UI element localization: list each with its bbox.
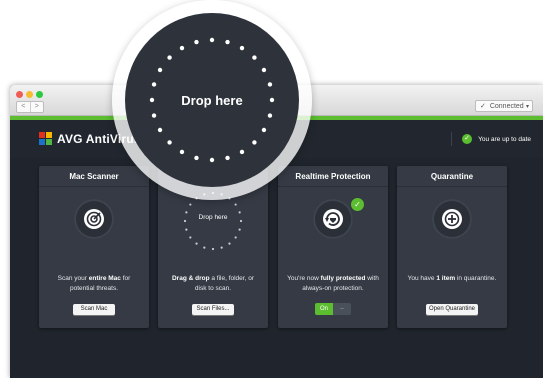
ring-dot xyxy=(195,242,198,245)
ring-dot xyxy=(189,236,192,239)
ring-dot xyxy=(211,247,215,251)
card-divider xyxy=(397,186,507,187)
ring-dot xyxy=(220,246,223,249)
scan-mac-button[interactable]: Scan Mac xyxy=(73,304,115,315)
drop-here-label: Drop here xyxy=(181,93,243,108)
ring-dot xyxy=(225,39,230,45)
back-button[interactable]: < xyxy=(17,102,31,112)
ring-dot xyxy=(185,228,188,231)
chevron-down-icon: ▾ xyxy=(525,104,529,110)
ring-dot xyxy=(157,127,163,133)
ring-dot xyxy=(267,82,273,87)
toggle-on[interactable]: On xyxy=(315,303,333,315)
ring-dot xyxy=(261,67,267,73)
quarantine-card: Quarantine You have 1 item in quarantine… xyxy=(397,166,507,328)
connection-dropdown[interactable]: ✓ Connected ▾ xyxy=(475,100,533,112)
forward-button[interactable]: > xyxy=(31,102,44,112)
card-title: Quarantine xyxy=(430,172,474,181)
realtime-protection-toggle[interactable]: On – xyxy=(315,303,351,315)
ring-dot xyxy=(194,155,199,161)
card-description: Drag & drop a file, folder, or disk to s… xyxy=(171,275,254,292)
checkmark-icon: ✓ xyxy=(462,134,473,144)
scanner-icon xyxy=(74,199,114,239)
ring-dot xyxy=(203,246,206,249)
ring-dot xyxy=(167,140,172,145)
card-description: You're now fully protected with always-o… xyxy=(287,275,379,292)
ring-dot xyxy=(234,236,237,239)
quarantine-icon xyxy=(432,199,472,239)
ring-dot xyxy=(238,228,241,231)
ring-dot xyxy=(157,67,163,73)
minimize-window-button[interactable] xyxy=(26,91,33,98)
ring-dot xyxy=(167,55,172,60)
ring-dot xyxy=(151,113,157,118)
ring-dot xyxy=(209,157,215,163)
ring-dot xyxy=(194,39,199,45)
open-quarantine-button[interactable]: Open Quarantine xyxy=(426,304,478,315)
drop-here-overlay[interactable]: Drop here xyxy=(112,0,312,200)
protection-enabled-checkmark-icon: ✓ xyxy=(350,197,365,212)
header-divider xyxy=(451,132,453,146)
ring-dot xyxy=(239,45,245,51)
ring-dot xyxy=(261,127,267,133)
ring-dot xyxy=(189,203,192,206)
toggle-off[interactable]: – xyxy=(333,303,351,315)
ring-dot xyxy=(225,155,230,161)
ring-dot xyxy=(252,140,257,145)
ring-dot xyxy=(267,113,273,118)
card-description: You have 1 item in quarantine. xyxy=(407,275,497,282)
scan-files-button[interactable]: Scan Files... xyxy=(192,304,234,315)
ring-dot xyxy=(234,203,237,206)
plug-icon: ✓ xyxy=(480,103,486,110)
realtime-protection-icon xyxy=(313,199,353,239)
connection-status: Connected xyxy=(489,103,524,110)
close-window-button[interactable] xyxy=(16,91,23,98)
navigation-buttons: < > xyxy=(16,101,44,113)
ring-dot xyxy=(239,149,245,155)
ring-dot xyxy=(151,82,157,87)
ring-dot xyxy=(179,149,185,155)
avg-logo-icon xyxy=(38,132,54,146)
update-status: ✓ You are up to date xyxy=(451,132,531,146)
card-description: Scan your entire Mac for potential threa… xyxy=(57,275,131,292)
ring-dot xyxy=(179,45,185,51)
ring-dot xyxy=(228,242,231,245)
ring-dot xyxy=(252,55,257,60)
zoom-window-button[interactable] xyxy=(36,91,43,98)
update-status-text: You are up to date xyxy=(478,135,531,143)
drop-target-label: Drop here xyxy=(198,214,228,221)
ring-dot xyxy=(209,37,215,43)
